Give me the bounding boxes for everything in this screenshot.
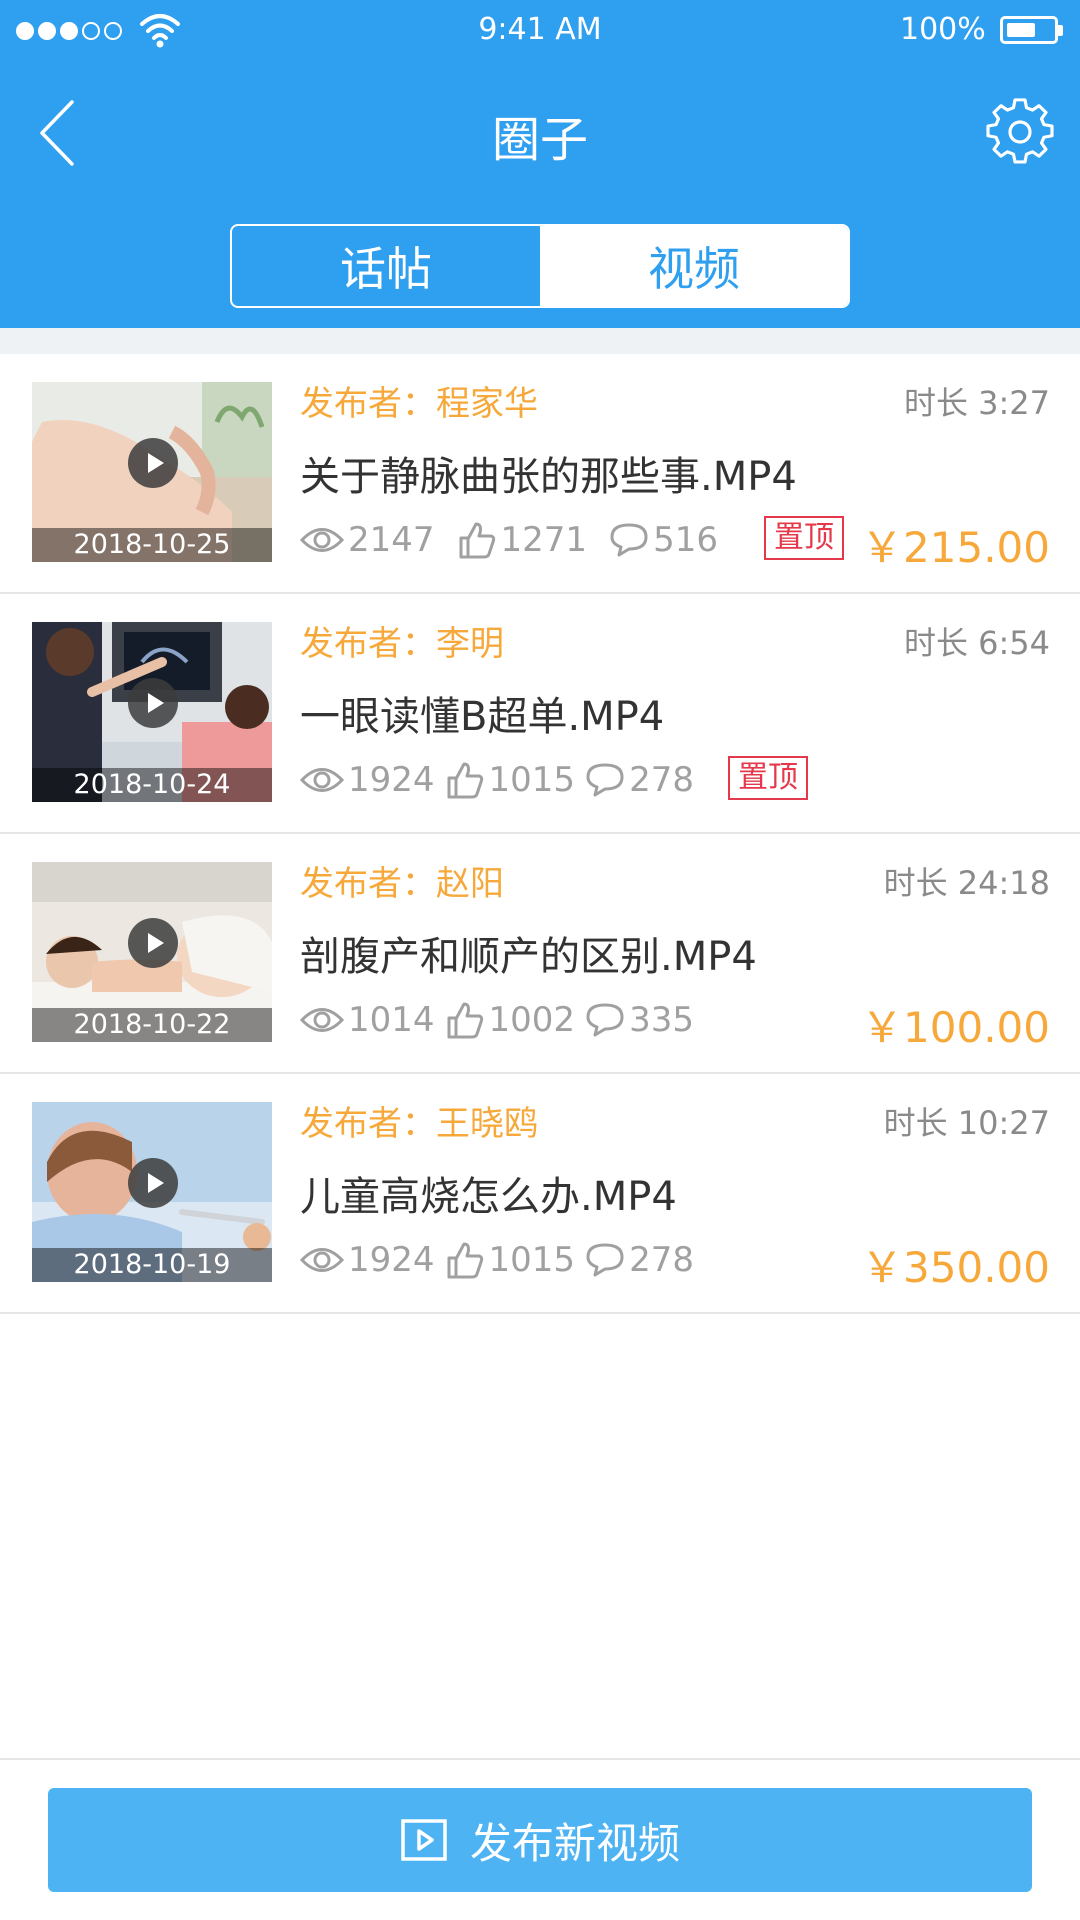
thumbs-up-icon xyxy=(447,1242,483,1279)
video-thumbnail[interactable]: 2018-10-22 xyxy=(32,862,272,1042)
video-thumbnail[interactable]: 2018-10-19 xyxy=(32,1102,272,1282)
app-header: 9:41 AM 100% 圈子 话帖 视频 xyxy=(0,0,1080,328)
comments-count: 278 xyxy=(629,760,694,800)
video-list-item[interactable]: 2018-10-19 发布者：王晓鸥 时长 10:27 儿童高烧怎么办.MP4 … xyxy=(0,1074,1080,1314)
comment-icon xyxy=(586,763,624,797)
video-play-icon xyxy=(401,1819,447,1861)
video-duration: 时长 24:18 xyxy=(883,864,1050,902)
pinned-badge: 置顶 xyxy=(728,756,808,800)
video-duration: 时长 10:27 xyxy=(883,1104,1050,1142)
eye-icon xyxy=(300,768,344,792)
thumbs-up-icon xyxy=(447,1002,483,1039)
likes-count: 1271 xyxy=(500,520,588,560)
video-list: 2018-10-25 发布者：程家华 时长 3:27 关于静脉曲张的那些事.MP… xyxy=(0,354,1080,1314)
comments-stat[interactable]: 278 xyxy=(585,760,694,800)
video-stats: 1014 1002 335 xyxy=(300,998,716,1042)
thumbs-up-icon xyxy=(459,522,495,559)
status-bar: 9:41 AM 100% xyxy=(0,0,1080,64)
video-title[interactable]: 剖腹产和顺产的区别.MP4 xyxy=(300,924,757,982)
eye-icon xyxy=(300,1008,344,1032)
comment-icon xyxy=(610,523,648,557)
play-icon xyxy=(128,678,178,728)
video-date: 2018-10-22 xyxy=(32,1008,272,1042)
comment-icon xyxy=(586,1243,624,1277)
views-stat: 1924 xyxy=(300,760,435,800)
views-stat: 1014 xyxy=(300,1000,435,1040)
video-author: 发布者：程家华 xyxy=(300,384,538,424)
video-title[interactable]: 一眼读懂B超单.MP4 xyxy=(300,684,664,742)
video-price: ￥350.00 xyxy=(861,1243,1050,1292)
comments-stat[interactable]: 335 xyxy=(585,1000,694,1040)
likes-count: 1015 xyxy=(488,1240,576,1280)
video-duration: 时长 6:54 xyxy=(903,624,1050,662)
video-title[interactable]: 儿童高烧怎么办.MP4 xyxy=(300,1164,677,1222)
thumbs-up-icon xyxy=(447,762,483,799)
tab-videos[interactable]: 视频 xyxy=(540,226,848,306)
likes-count: 1002 xyxy=(488,1000,576,1040)
page-title: 圈子 xyxy=(491,112,588,168)
likes-count: 1015 xyxy=(488,760,576,800)
video-price: ￥215.00 xyxy=(861,523,1050,572)
video-thumbnail[interactable]: 2018-10-24 xyxy=(32,622,272,802)
likes-stat[interactable]: 1002 xyxy=(445,1000,576,1040)
video-author: 发布者：王晓鸥 xyxy=(300,1104,538,1144)
publish-button-label: 发布新视频 xyxy=(469,1818,680,1868)
battery-icon xyxy=(1000,16,1063,44)
video-duration: 时长 3:27 xyxy=(903,384,1050,422)
video-date: 2018-10-19 xyxy=(32,1248,272,1282)
video-stats: 1924 1015 278 xyxy=(300,1238,716,1282)
views-stat: 2147 xyxy=(300,520,435,560)
comments-stat[interactable]: 278 xyxy=(585,1240,694,1280)
comments-stat[interactable]: 516 xyxy=(609,520,718,560)
video-thumbnail[interactable]: 2018-10-25 xyxy=(32,382,272,562)
publish-video-button[interactable]: 发布新视频 xyxy=(48,1788,1032,1892)
likes-stat[interactable]: 1015 xyxy=(445,1240,576,1280)
play-icon xyxy=(128,918,178,968)
video-date: 2018-10-24 xyxy=(32,768,272,802)
tab-posts[interactable]: 话帖 xyxy=(232,226,540,306)
views-count: 1014 xyxy=(348,1000,435,1040)
play-icon xyxy=(128,438,178,488)
likes-stat[interactable]: 1271 xyxy=(457,520,588,560)
comment-icon xyxy=(586,1003,624,1037)
views-count: 1924 xyxy=(348,1240,435,1280)
video-list-item[interactable]: 2018-10-24 发布者：李明 时长 6:54 一眼读懂B超单.MP4 19… xyxy=(0,594,1080,834)
eye-icon xyxy=(300,528,344,552)
segment-tabs: 话帖 视频 xyxy=(230,224,850,308)
views-stat: 1924 xyxy=(300,1240,435,1280)
battery-percentage: 100% xyxy=(900,12,986,47)
likes-stat[interactable]: 1015 xyxy=(445,760,576,800)
video-date: 2018-10-25 xyxy=(32,528,272,562)
section-gap xyxy=(0,328,1080,354)
settings-gear-icon[interactable] xyxy=(986,98,1054,166)
comments-count: 335 xyxy=(629,1000,694,1040)
video-author: 发布者：赵阳 xyxy=(300,864,504,904)
comments-count: 516 xyxy=(653,520,718,560)
pinned-badge: 置顶 xyxy=(764,516,844,560)
play-icon xyxy=(128,1158,178,1208)
video-author: 发布者：李明 xyxy=(300,624,504,664)
video-title[interactable]: 关于静脉曲张的那些事.MP4 xyxy=(300,444,797,502)
video-list-item[interactable]: 2018-10-25 发布者：程家华 时长 3:27 关于静脉曲张的那些事.MP… xyxy=(0,354,1080,594)
views-count: 2147 xyxy=(348,520,435,560)
eye-icon xyxy=(300,1248,344,1272)
video-price: ￥100.00 xyxy=(861,1003,1050,1052)
video-list-item[interactable]: 2018-10-22 发布者：赵阳 时长 24:18 剖腹产和顺产的区别.MP4… xyxy=(0,834,1080,1074)
views-count: 1924 xyxy=(348,760,435,800)
video-stats: 2147 1271 516 xyxy=(300,518,740,562)
video-stats: 1924 1015 278 xyxy=(300,758,716,802)
comments-count: 278 xyxy=(629,1240,694,1280)
bottom-divider xyxy=(0,1758,1080,1760)
